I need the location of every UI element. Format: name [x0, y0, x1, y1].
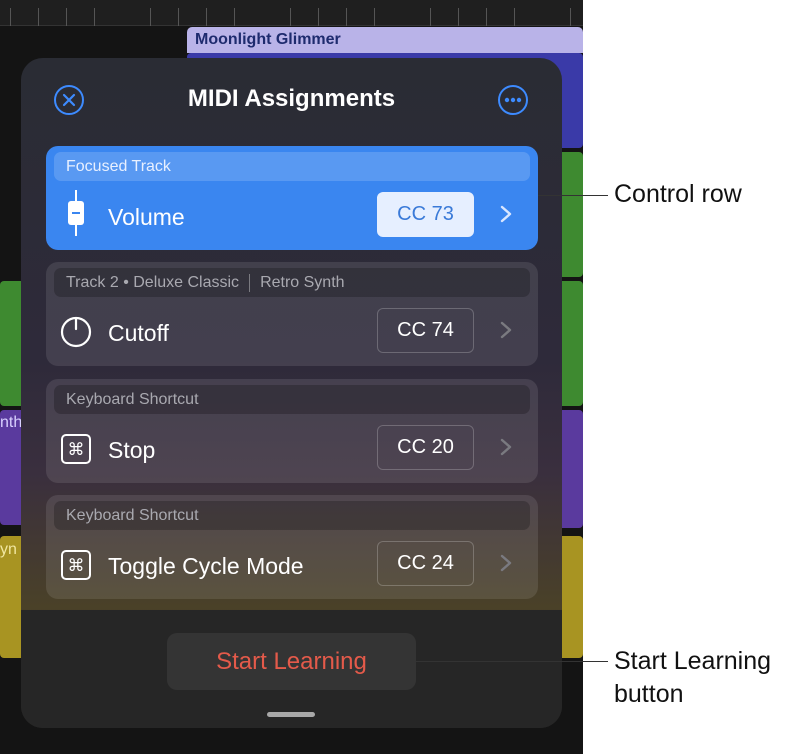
svg-text:⌘: ⌘	[68, 556, 85, 576]
callout-control-row: Control row	[614, 180, 742, 208]
chevron-right-icon[interactable]	[496, 202, 516, 226]
row-header-text: Track 2 • Deluxe Classic	[66, 273, 240, 291]
chevron-right-icon[interactable]	[496, 318, 516, 342]
control-row-stop[interactable]: Keyboard Shortcut ⌘ Stop CC 20	[46, 379, 538, 483]
row-header-text: Keyboard Shortcut	[66, 506, 199, 524]
region-title: Moonlight Glimmer	[195, 31, 341, 48]
region-label-fragment: nth	[0, 414, 23, 431]
callout-leader-line	[416, 661, 608, 662]
panel-title: MIDI Assignments	[187, 85, 396, 112]
row-header: Track 2 • Deluxe Classic Retro Synth	[54, 268, 530, 297]
control-row-cutoff[interactable]: Track 2 • Deluxe Classic Retro Synth Cut…	[46, 262, 538, 366]
cc-value[interactable]: CC 24	[377, 541, 474, 586]
command-key-icon: ⌘	[60, 549, 92, 581]
row-header-text: Focused Track	[66, 157, 171, 175]
row-label: Stop	[108, 437, 156, 463]
fader-icon	[60, 190, 92, 236]
more-button[interactable]	[498, 85, 528, 115]
midi-assignments-panel: MIDI Assignments Focused Track Volume CC…	[21, 58, 562, 728]
ellipsis-circle-icon	[504, 97, 522, 103]
callout-start-learning: Start Learning button	[614, 645, 771, 711]
cc-value[interactable]: CC 73	[377, 192, 474, 237]
region-title-bar[interactable]: Moonlight Glimmer	[187, 27, 583, 53]
row-label: Cutoff	[108, 320, 169, 346]
home-indicator[interactable]	[267, 712, 315, 717]
row-label: Toggle Cycle Mode	[108, 553, 304, 579]
control-row-toggle-cycle[interactable]: Keyboard Shortcut ⌘ Toggle Cycle Mode CC…	[46, 495, 538, 599]
callout-line: button	[614, 680, 684, 708]
daw-background: Moonlight Glimmer nth yn MIDI Assignment…	[0, 0, 583, 754]
cc-value[interactable]: CC 74	[377, 308, 474, 353]
control-row-volume[interactable]: Focused Track Volume CC 73	[46, 146, 538, 250]
svg-text:⌘: ⌘	[68, 440, 85, 460]
callout-leader-line	[538, 195, 608, 196]
row-header: Keyboard Shortcut	[54, 385, 530, 414]
command-key-icon: ⌘	[60, 433, 92, 465]
knob-icon	[60, 316, 92, 348]
row-header-plugin: Retro Synth	[260, 273, 345, 291]
row-label: Volume	[108, 204, 185, 230]
start-learning-button[interactable]: Start Learning	[167, 633, 416, 690]
timeline-ruler	[0, 0, 583, 26]
region-label-fragment: yn	[0, 541, 17, 558]
row-header: Keyboard Shortcut	[54, 501, 530, 530]
chevron-right-icon[interactable]	[496, 551, 516, 575]
callout-line: Start Learning	[614, 647, 772, 675]
row-header-text: Keyboard Shortcut	[66, 390, 199, 408]
header-divider	[249, 273, 251, 292]
cc-value[interactable]: CC 20	[377, 425, 474, 470]
row-header: Focused Track	[54, 152, 530, 181]
chevron-right-icon[interactable]	[496, 435, 516, 459]
